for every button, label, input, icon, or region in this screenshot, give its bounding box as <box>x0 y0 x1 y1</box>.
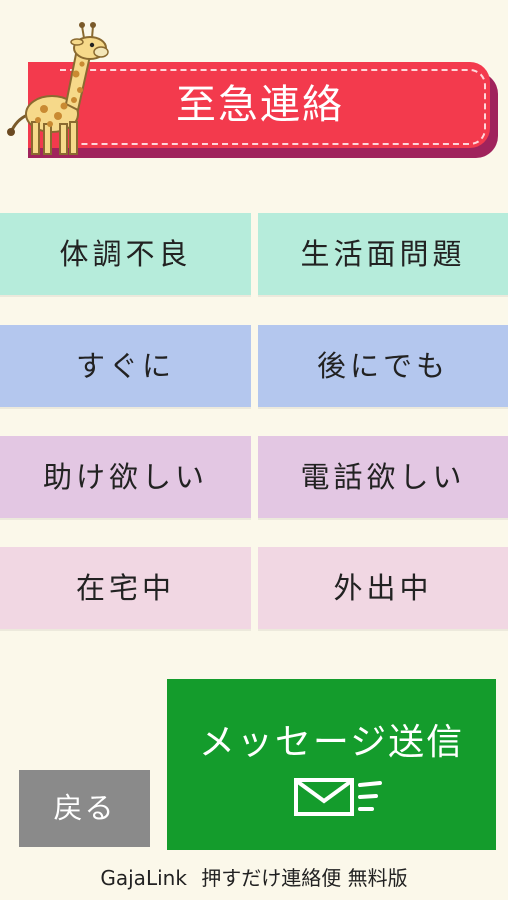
page-title: 至急連絡 <box>176 82 344 128</box>
option-life-issue-button[interactable]: 生活面問題 <box>258 213 508 295</box>
option-call-me-button[interactable]: 電話欲しい <box>258 436 508 518</box>
option-out-button[interactable]: 外出中 <box>258 547 508 629</box>
option-need-help-button[interactable]: 助け欲しい <box>0 436 251 518</box>
send-message-label: メッセージ送信 <box>198 722 465 763</box>
footer-tagline: 押すだけ連絡便 無料版 <box>201 866 408 890</box>
footer: GajaLink 押すだけ連絡便 無料版 <box>0 858 508 898</box>
footer-app-name: GajaLink <box>100 866 187 890</box>
option-later-button[interactable]: 後にでも <box>258 325 508 407</box>
send-message-button[interactable]: メッセージ送信 <box>167 679 496 850</box>
option-at-home-button[interactable]: 在宅中 <box>0 547 251 629</box>
option-condition-bad-button[interactable]: 体調不良 <box>0 213 251 295</box>
back-button[interactable]: 戻る <box>19 770 150 847</box>
giraffe-icon <box>7 22 109 155</box>
mail-send-icon <box>294 778 382 816</box>
option-right-away-button[interactable]: すぐに <box>0 325 251 407</box>
